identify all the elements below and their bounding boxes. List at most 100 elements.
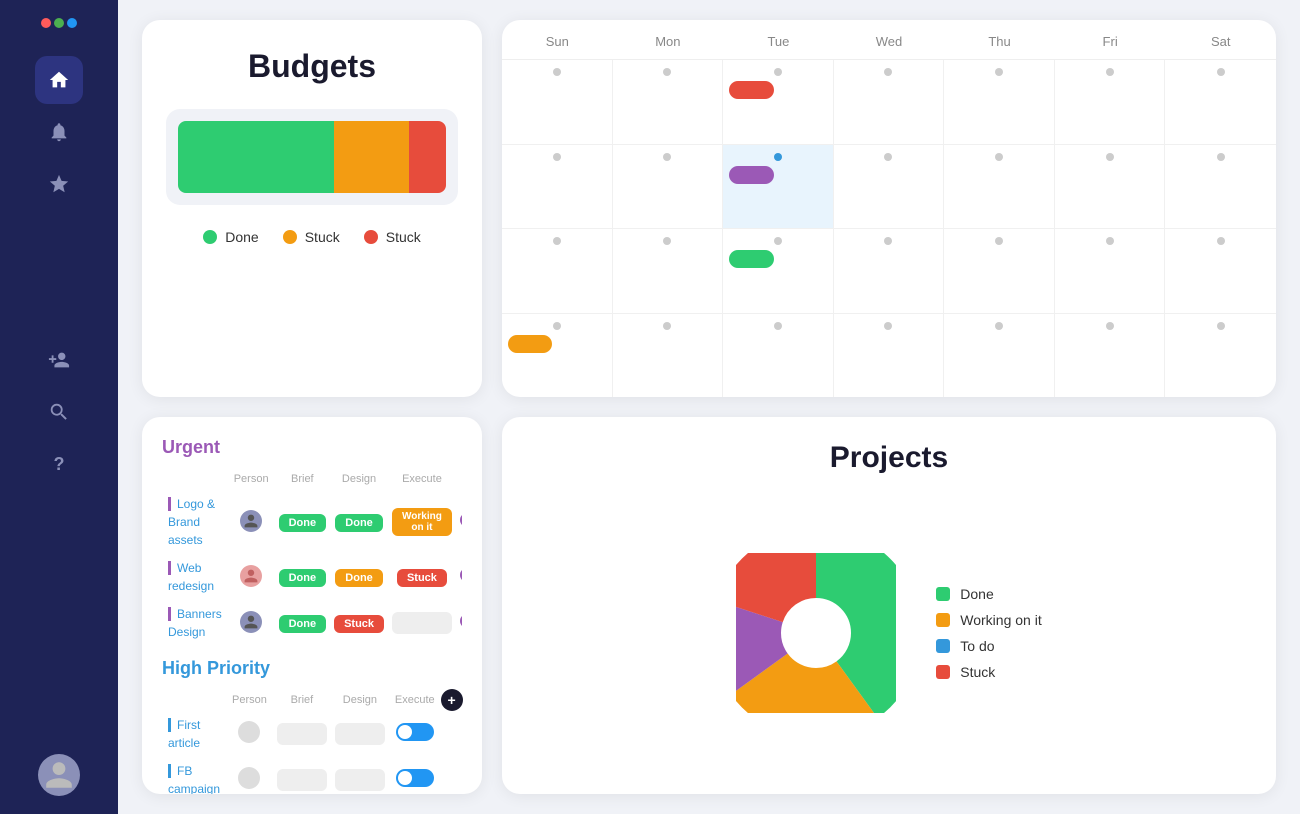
cal-cell-3-2 (723, 229, 834, 313)
sidebar-item-add-person[interactable] (35, 336, 83, 384)
app-logo (41, 18, 77, 28)
legend-item-done: Done (936, 586, 1041, 602)
legend-color-todo (936, 639, 950, 653)
status-badge-stuck: Stuck (397, 569, 447, 587)
cal-dot (663, 322, 671, 330)
cal-event-orange (508, 335, 552, 353)
col-add: + (441, 689, 463, 711)
cal-dot (774, 322, 782, 330)
task-timeline-cell (456, 600, 462, 646)
legend-dot-stuck-red (364, 230, 378, 244)
col-person: Person (228, 468, 275, 490)
task-execute-cell (388, 600, 456, 646)
col-name (162, 689, 226, 711)
status-badge-done: Done (279, 615, 327, 633)
cal-dot (663, 237, 671, 245)
task-person-cell (226, 757, 273, 794)
task-name-cell: Web redesign (162, 554, 228, 600)
task-design-cell (331, 711, 389, 757)
urgent-table: Person Brief Design Execute Timeline + L… (162, 468, 462, 646)
task-person-cell (228, 554, 275, 600)
high-priority-section: High Priority Person Brief Design Execut… (162, 658, 462, 794)
cal-dot (1217, 68, 1225, 76)
cal-dot (553, 322, 561, 330)
cal-cell-4-2 (723, 314, 834, 398)
cal-cell-3-6 (1165, 229, 1276, 313)
legend-item-stuck: Stuck (936, 664, 1041, 680)
pie-chart (736, 553, 896, 713)
cal-cell-1-5 (1055, 60, 1166, 144)
legend-stuck-orange: Stuck (283, 229, 340, 245)
task-person-cell (228, 490, 275, 554)
sidebar-item-help[interactable]: ? (35, 440, 83, 488)
avatar[interactable] (38, 754, 80, 796)
sidebar-item-bell[interactable] (35, 108, 83, 156)
person-dot (238, 767, 260, 789)
task-brief-cell: Done (275, 490, 331, 554)
task-execute-cell: Working on it (388, 490, 456, 554)
task-person-cell (226, 711, 273, 757)
cal-dot (884, 153, 892, 161)
cal-dot (995, 68, 1003, 76)
empty-design (335, 769, 385, 791)
projects-content: Done Working on it To do Stuck (530, 495, 1248, 770)
cal-dot (553, 153, 561, 161)
cal-dot (884, 237, 892, 245)
cal-day-wed: Wed (834, 20, 945, 59)
timeline-bar (460, 614, 462, 628)
calendar-panel: Sun Mon Tue Wed Thu Fri Sat (502, 20, 1276, 397)
toggle-switch[interactable] (396, 723, 434, 741)
task-name-cell: Banners Design (162, 600, 228, 646)
sidebar-item-search[interactable] (35, 388, 83, 436)
col-person: Person (226, 689, 273, 711)
task-name-cell: First article (162, 711, 226, 757)
cal-event-red (729, 81, 773, 99)
legend-stuck-red: Stuck (364, 229, 421, 245)
sidebar-bottom (38, 754, 80, 796)
urgent-title: Urgent (162, 437, 462, 458)
cal-cell-3-4 (944, 229, 1055, 313)
toggle-switch[interactable] (396, 769, 434, 787)
cal-dot (1217, 322, 1225, 330)
cal-dot (1106, 322, 1114, 330)
cal-dot (774, 237, 782, 245)
task-execute-cell (389, 711, 441, 757)
cal-cell-1-2 (723, 60, 834, 144)
logo-dot-green (54, 18, 64, 28)
calendar-body (502, 60, 1276, 397)
legend-done: Done (203, 229, 258, 245)
task-brief-cell (273, 757, 331, 794)
urgent-table-wrapper: Person Brief Design Execute Timeline + L… (162, 468, 462, 646)
table-row: Web redesign Done Done Stuck (162, 554, 462, 600)
col-timeline: Timeline (456, 468, 462, 490)
task-brief-cell (273, 711, 331, 757)
cal-dot-blue (774, 153, 782, 161)
cal-cell-2-1 (613, 145, 724, 229)
task-execute-cell (389, 757, 441, 794)
legend-item-working: Working on it (936, 612, 1041, 628)
cal-cell-1-3 (834, 60, 945, 144)
task-design-cell: Stuck (330, 600, 388, 646)
col-design: Design (330, 468, 388, 490)
cal-dot (663, 153, 671, 161)
add-high-priority-button[interactable]: + (441, 689, 463, 711)
sidebar-item-home[interactable] (35, 56, 83, 104)
logo-dot-blue (67, 18, 77, 28)
cal-row-3 (502, 229, 1276, 314)
budgets-title: Budgets (248, 48, 376, 85)
empty-execute (392, 612, 452, 634)
col-brief: Brief (275, 468, 331, 490)
main-content: Budgets Done Stuck Stuck (118, 0, 1300, 814)
cal-day-sat: Sat (1165, 20, 1276, 59)
task-extra-cell (441, 711, 463, 757)
cal-cell-2-0 (502, 145, 613, 229)
sidebar-item-star[interactable] (35, 160, 83, 208)
cal-dot (553, 237, 561, 245)
status-badge-done-orange: Done (335, 569, 383, 587)
cal-day-mon: Mon (613, 20, 724, 59)
calendar-grid: Sun Mon Tue Wed Thu Fri Sat (502, 20, 1276, 397)
sidebar: ? (0, 0, 118, 814)
cal-cell-1-1 (613, 60, 724, 144)
sidebar-navigation: ? (35, 56, 83, 754)
cal-cell-2-5 (1055, 145, 1166, 229)
